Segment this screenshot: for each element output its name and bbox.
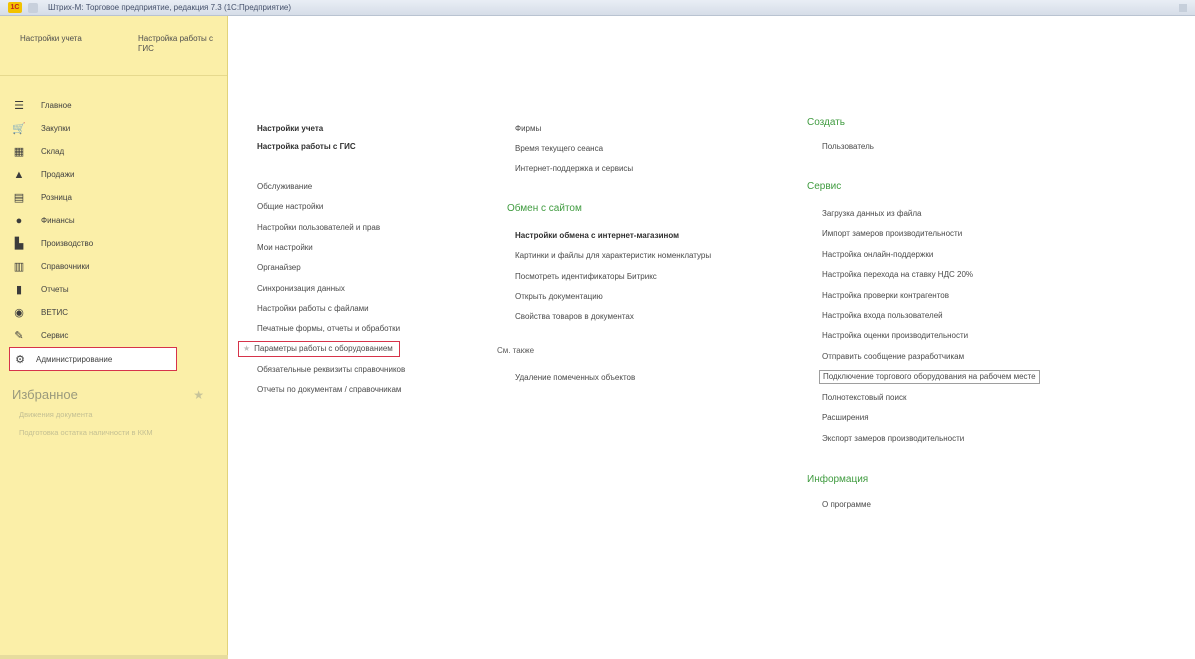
link-gis-settings[interactable]: Настройка работы с ГИС [257, 142, 356, 152]
link-user[interactable]: Пользователь [822, 142, 874, 152]
app-logo: 1С [8, 2, 22, 13]
link-connect-equipment[interactable]: Подключение торгового оборудования на ра… [819, 370, 1040, 384]
section-administration[interactable]: ⚙ Администрирование [9, 347, 177, 371]
window-title: Штрих-М: Торговое предприятие, редакция … [48, 3, 292, 12]
link-vat-20[interactable]: Настройка перехода на ставку НДС 20% [822, 270, 973, 280]
section-label: Закупки [41, 124, 71, 133]
wrench-icon: ✎ [14, 330, 24, 342]
link-fulltext-search[interactable]: Полнотекстовый поиск [822, 393, 906, 403]
section-label: Производство [41, 239, 94, 248]
section-sales[interactable]: ▲ Продажи [0, 163, 227, 186]
menu-icon[interactable] [28, 2, 38, 13]
link-internet-support[interactable]: Интернет-поддержка и сервисы [515, 164, 633, 174]
section-main[interactable]: ☰ Главное [0, 94, 227, 117]
window-control-icon[interactable] [1179, 4, 1187, 12]
link-label: Параметры работы с оборудованием [254, 344, 393, 353]
section-list: ☰ Главное 🛒 Закупки ▦ Склад ▲ Продажи ▤ Розни… [0, 76, 227, 371]
link-counterparty-check[interactable]: Настройка проверки контрагентов [822, 291, 949, 301]
register-icon: ▤ [13, 192, 25, 204]
section-reports[interactable]: ▮ Отчеты [0, 278, 227, 301]
section-purchases[interactable]: 🛒 Закупки [0, 117, 227, 140]
link-import-perf[interactable]: Импорт замеров производительности [822, 229, 962, 239]
see-also-title: См. также [497, 346, 535, 355]
section-label: Администрирование [36, 354, 113, 364]
link-images-files[interactable]: Картинки и файлы для характеристик номен… [515, 251, 711, 261]
link-export-perf[interactable]: Экспорт замеров производительности [822, 434, 964, 444]
link-bitrix-ids[interactable]: Посмотреть идентификаторы Битрикс [515, 272, 657, 282]
link-maintenance[interactable]: Обслуживание [257, 182, 312, 192]
warehouse-icon: ▦ [13, 146, 25, 158]
star-icon[interactable]: ★ [243, 344, 250, 353]
section-label: Справочники [41, 262, 90, 271]
section-label: Отчеты [41, 285, 69, 294]
link-shop-exchange-settings[interactable]: Настройки обмена с интернет-магазином [515, 231, 679, 241]
cart-icon: 🛒 [12, 123, 26, 135]
link-delete-marked[interactable]: Удаление помеченных объектов [515, 373, 635, 383]
link-my-settings[interactable]: Мои настройки [257, 243, 313, 253]
sections-panel: Настройки учета Настройка работы с ГИС ☰… [0, 16, 228, 659]
link-about[interactable]: О программе [822, 500, 871, 510]
gear-icon: ⚙ [15, 353, 25, 366]
favorite-item[interactable]: Подготовка остатка наличности в ККМ [0, 428, 210, 438]
link-print-forms[interactable]: Печатные формы, отчеты и обработки [257, 324, 400, 334]
book-icon: ▥ [13, 261, 25, 273]
vetis-icon: ◉ [14, 307, 24, 319]
window-titlebar: 1С Штрих-М: Торговое предприятие, редакц… [0, 0, 1195, 16]
favorite-item[interactable]: Движения документа [0, 410, 210, 420]
link-organizer[interactable]: Органайзер [257, 263, 301, 273]
link-document-reports[interactable]: Отчеты по документам / справочникам [257, 385, 401, 395]
link-send-message[interactable]: Отправить сообщение разработчикам [822, 352, 964, 362]
group-title-info: Информация [807, 474, 869, 485]
section-label: Продажи [41, 170, 75, 179]
section-label: Розница [41, 193, 72, 202]
link-users-rights[interactable]: Настройки пользователей и прав [257, 223, 380, 233]
favorites-header: Избранное ★ [0, 387, 222, 402]
administration-content: Настройки учета Настройка работы с ГИС О… [229, 16, 1195, 659]
link-firms[interactable]: Фирмы [515, 124, 541, 134]
link-documentation[interactable]: Открыть документацию [515, 292, 603, 302]
link-extensions[interactable]: Расширения [822, 413, 869, 423]
link-session-time[interactable]: Время текущего сеанса [515, 144, 603, 154]
section-retail[interactable]: ▤ Розница [0, 186, 227, 209]
link-goods-properties[interactable]: Свойства товаров в документах [515, 312, 634, 322]
link-general-settings[interactable]: Общие настройки [257, 202, 323, 212]
favorites-title: Избранное [12, 387, 78, 402]
link-accounting-settings[interactable]: Настройки учета [257, 124, 323, 134]
link-perf-estimate[interactable]: Настройка оценки производительности [822, 331, 968, 341]
section-label: Главное [41, 101, 72, 110]
link-load-from-file[interactable]: Загрузка данных из файла [822, 209, 921, 219]
sales-icon: ▲ [13, 168, 25, 181]
star-icon[interactable]: ★ [193, 388, 204, 402]
coins-icon: ● [15, 214, 23, 227]
group-title-service: Сервис [807, 181, 842, 192]
section-label: Сервис [41, 331, 69, 340]
link-online-support[interactable]: Настройка онлайн-поддержки [822, 250, 933, 260]
list-icon: ☰ [14, 100, 24, 112]
link-data-sync[interactable]: Синхронизация данных [257, 284, 345, 294]
section-production[interactable]: ▙ Производство [0, 232, 227, 255]
section-catalogs[interactable]: ▥ Справочники [0, 255, 227, 278]
top-links: Настройки учета Настройка работы с ГИС [0, 16, 227, 76]
section-finance[interactable]: ● Финансы [0, 209, 227, 232]
section-service[interactable]: ✎ Сервис [0, 324, 227, 347]
bar-chart-icon: ▮ [15, 284, 23, 296]
sidebar-footer [0, 655, 228, 659]
section-vetis[interactable]: ◉ ВЕТИС [0, 301, 227, 324]
link-user-login[interactable]: Настройка входа пользователей [822, 311, 943, 321]
section-label: ВЕТИС [41, 308, 69, 317]
section-label: Финансы [41, 216, 75, 225]
section-label: Склад [41, 147, 65, 156]
link-required-attributes[interactable]: Обязательные реквизиты справочников [257, 365, 405, 375]
factory-icon: ▙ [14, 238, 24, 250]
top-link-gis-settings[interactable]: Настройка работы с ГИС [138, 34, 214, 75]
group-title-site-exchange: Обмен с сайтом [507, 203, 582, 214]
link-equipment-parameters[interactable]: ★ Параметры работы с оборудованием [238, 341, 400, 357]
top-link-accounting-settings[interactable]: Настройки учета [20, 34, 138, 75]
group-title-create: Создать [807, 117, 846, 128]
link-file-settings[interactable]: Настройки работы с файлами [257, 304, 369, 314]
section-warehouse[interactable]: ▦ Склад [0, 140, 227, 163]
